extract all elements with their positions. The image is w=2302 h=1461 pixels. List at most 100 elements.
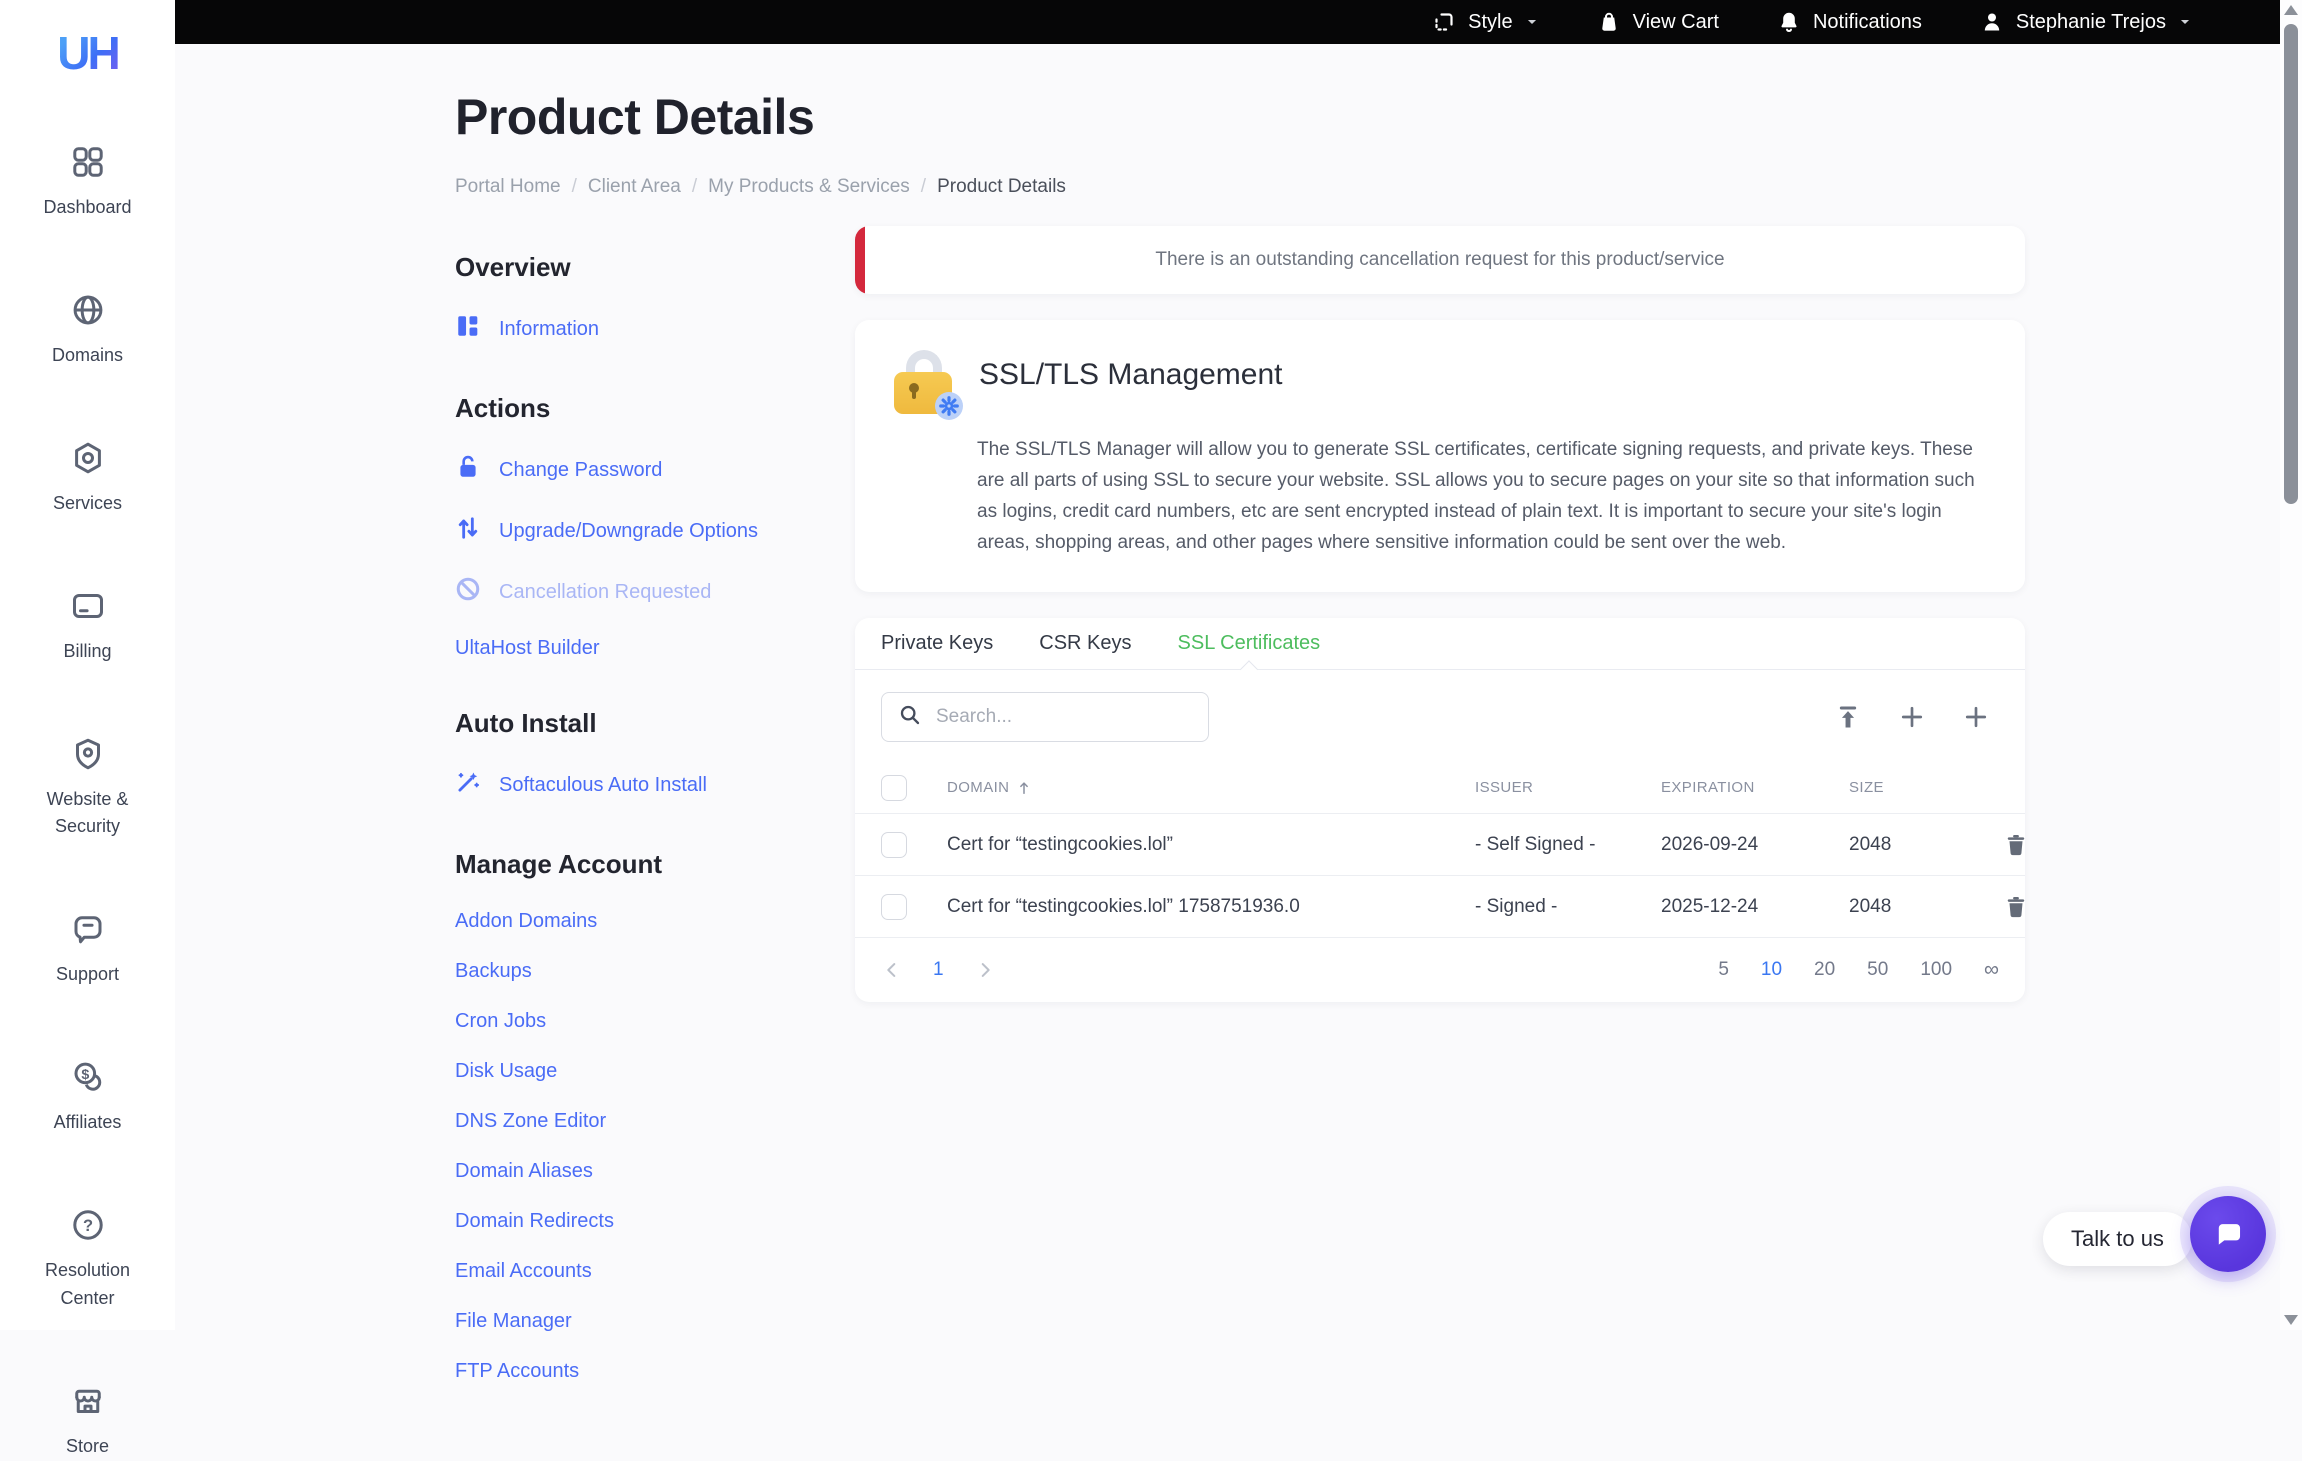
page-number-current[interactable]: 1 xyxy=(933,959,944,981)
sidebar-item-store[interactable]: Store xyxy=(18,1383,158,1461)
backups-link[interactable]: Backups xyxy=(455,960,845,983)
sidebar-item-services[interactable]: Services xyxy=(18,440,158,518)
topbar: Style View Cart Notifications Stephanie … xyxy=(175,0,2280,44)
tab-csr-keys[interactable]: CSR Keys xyxy=(1039,618,1131,669)
page-size-options: 5 10 20 50 100 ∞ xyxy=(1718,958,1999,982)
page-size-10[interactable]: 10 xyxy=(1761,959,1782,981)
magic-wand-icon xyxy=(455,769,481,801)
sidebar-item-domains[interactable]: Domains xyxy=(18,292,158,370)
chat-square-icon xyxy=(70,911,106,952)
scrollbar-up-arrow[interactable] xyxy=(2284,5,2298,15)
sidebar-item-website-security[interactable]: Website & Security xyxy=(18,736,158,842)
cancellation-alert: There is an outstanding cancellation req… xyxy=(855,226,2025,294)
sidebar-item-label: Support xyxy=(56,961,119,989)
ultahost-builder-link[interactable]: UltaHost Builder xyxy=(455,637,845,660)
cell-domain: Cert for “testingcookies.lol” xyxy=(947,834,1475,856)
sidebar-item-resolution-center[interactable]: ? Resolution Center xyxy=(18,1207,158,1313)
padlock-gear-icon xyxy=(891,350,957,416)
notifications-button[interactable]: Notifications xyxy=(1777,10,1922,34)
information-link[interactable]: Information xyxy=(455,313,845,345)
search-field[interactable] xyxy=(881,692,1209,742)
upload-button[interactable] xyxy=(1831,700,1865,734)
cell-expiration: 2026-09-24 xyxy=(1661,834,1849,856)
style-menu[interactable]: Style xyxy=(1432,10,1538,34)
chevron-down-icon xyxy=(1525,15,1539,29)
dns-zone-editor-link[interactable]: DNS Zone Editor xyxy=(455,1110,845,1133)
column-header-issuer[interactable]: ISSUER xyxy=(1475,779,1661,796)
globe-icon xyxy=(70,292,106,333)
breadcrumb-portal-home[interactable]: Portal Home xyxy=(455,176,561,198)
dashboard-grid-icon xyxy=(70,144,106,185)
breadcrumb-current: Product Details xyxy=(937,176,1066,198)
disk-usage-link[interactable]: Disk Usage xyxy=(455,1060,845,1083)
page-size-50[interactable]: 50 xyxy=(1867,959,1888,981)
talk-to-us-label[interactable]: Talk to us xyxy=(2043,1212,2192,1266)
softaculous-link[interactable]: Softaculous Auto Install xyxy=(455,769,845,801)
column-header-expiration[interactable]: EXPIRATION xyxy=(1661,779,1849,796)
plus-icon xyxy=(1962,703,1990,731)
ssl-manager-card: Private Keys CSR Keys SSL Certificates xyxy=(855,618,2025,1002)
style-layout-icon xyxy=(1432,10,1456,34)
row-checkbox[interactable] xyxy=(881,832,907,858)
upgrade-downgrade-link[interactable]: Upgrade/Downgrade Options xyxy=(455,515,845,547)
sidebar-item-label: Dashboard xyxy=(43,194,131,222)
add-button-2[interactable] xyxy=(1959,700,1993,734)
scrollbar-thumb[interactable] xyxy=(2284,24,2298,504)
view-cart-button[interactable]: View Cart xyxy=(1597,10,1719,34)
cell-issuer: - Signed - xyxy=(1475,896,1661,918)
next-page-button[interactable] xyxy=(974,959,996,981)
page-size-20[interactable]: 20 xyxy=(1814,959,1835,981)
sidebar-nav: Dashboard Domains Services Billing xyxy=(0,144,175,1461)
sidebar-item-label: Domains xyxy=(52,342,123,370)
sidebar-item-label: Store xyxy=(66,1433,109,1461)
breadcrumb-client-area[interactable]: Client Area xyxy=(588,176,681,198)
scrollbar-down-arrow[interactable] xyxy=(2284,1315,2298,1325)
tab-private-keys[interactable]: Private Keys xyxy=(881,618,993,669)
ssl-tls-card: SSL/TLS Management The SSL/TLS Manager w… xyxy=(855,320,2025,592)
cart-icon xyxy=(1597,10,1621,34)
kanban-icon xyxy=(455,313,481,345)
overview-heading: Overview xyxy=(455,252,845,283)
column-header-domain[interactable]: DOMAIN xyxy=(947,779,1475,797)
storefront-icon xyxy=(70,1383,106,1424)
change-password-link[interactable]: Change Password xyxy=(455,454,845,486)
page-scrollbar[interactable] xyxy=(2280,0,2302,1330)
domain-aliases-link[interactable]: Domain Aliases xyxy=(455,1160,845,1183)
cron-jobs-link[interactable]: Cron Jobs xyxy=(455,1010,845,1033)
previous-page-button[interactable] xyxy=(881,959,903,981)
sidebar-item-dashboard[interactable]: Dashboard xyxy=(18,144,158,222)
page-size-unlimited[interactable]: ∞ xyxy=(1984,958,1999,982)
cancellation-requested-link: Cancellation Requested xyxy=(455,576,845,608)
ftp-accounts-link[interactable]: FTP Accounts xyxy=(455,1360,845,1383)
table-row: Cert for “testingcookies.lol” 1758751936… xyxy=(855,876,2025,938)
delete-certificate-button[interactable] xyxy=(1999,828,2033,862)
view-cart-label: View Cart xyxy=(1633,11,1719,34)
upload-icon xyxy=(1834,703,1862,731)
ssl-card-title: SSL/TLS Management xyxy=(979,350,1283,392)
alert-message: There is an outstanding cancellation req… xyxy=(1155,249,1724,271)
column-header-size[interactable]: SIZE xyxy=(1849,779,1999,796)
page-size-5[interactable]: 5 xyxy=(1718,959,1729,981)
breadcrumb-my-products[interactable]: My Products & Services xyxy=(708,176,910,198)
row-checkbox[interactable] xyxy=(881,894,907,920)
user-menu[interactable]: Stephanie Trejos xyxy=(1980,10,2192,34)
search-input[interactable] xyxy=(936,706,1192,728)
sidebar-item-affiliates[interactable]: $ Affiliates xyxy=(18,1059,158,1137)
product-detail-panel: There is an outstanding cancellation req… xyxy=(855,226,2025,1002)
page-size-100[interactable]: 100 xyxy=(1920,959,1952,981)
domain-redirects-link[interactable]: Domain Redirects xyxy=(455,1210,845,1233)
ultahost-logo[interactable]: UH xyxy=(57,26,117,80)
sidebar-item-support[interactable]: Support xyxy=(18,911,158,989)
tab-ssl-certificates[interactable]: SSL Certificates xyxy=(1178,618,1321,669)
sidebar-item-billing[interactable]: Billing xyxy=(18,588,158,666)
cell-issuer: - Self Signed - xyxy=(1475,834,1661,856)
sidebar-item-label: Affiliates xyxy=(54,1109,122,1137)
coins-icon: $ xyxy=(70,1059,106,1100)
select-all-checkbox[interactable] xyxy=(881,775,907,801)
chat-launcher-button[interactable] xyxy=(2190,1196,2266,1272)
add-button-1[interactable] xyxy=(1895,700,1929,734)
delete-certificate-button[interactable] xyxy=(1999,890,2033,924)
bell-icon xyxy=(1777,10,1801,34)
addon-domains-link[interactable]: Addon Domains xyxy=(455,910,845,933)
email-accounts-link[interactable]: Email Accounts xyxy=(455,1260,845,1283)
